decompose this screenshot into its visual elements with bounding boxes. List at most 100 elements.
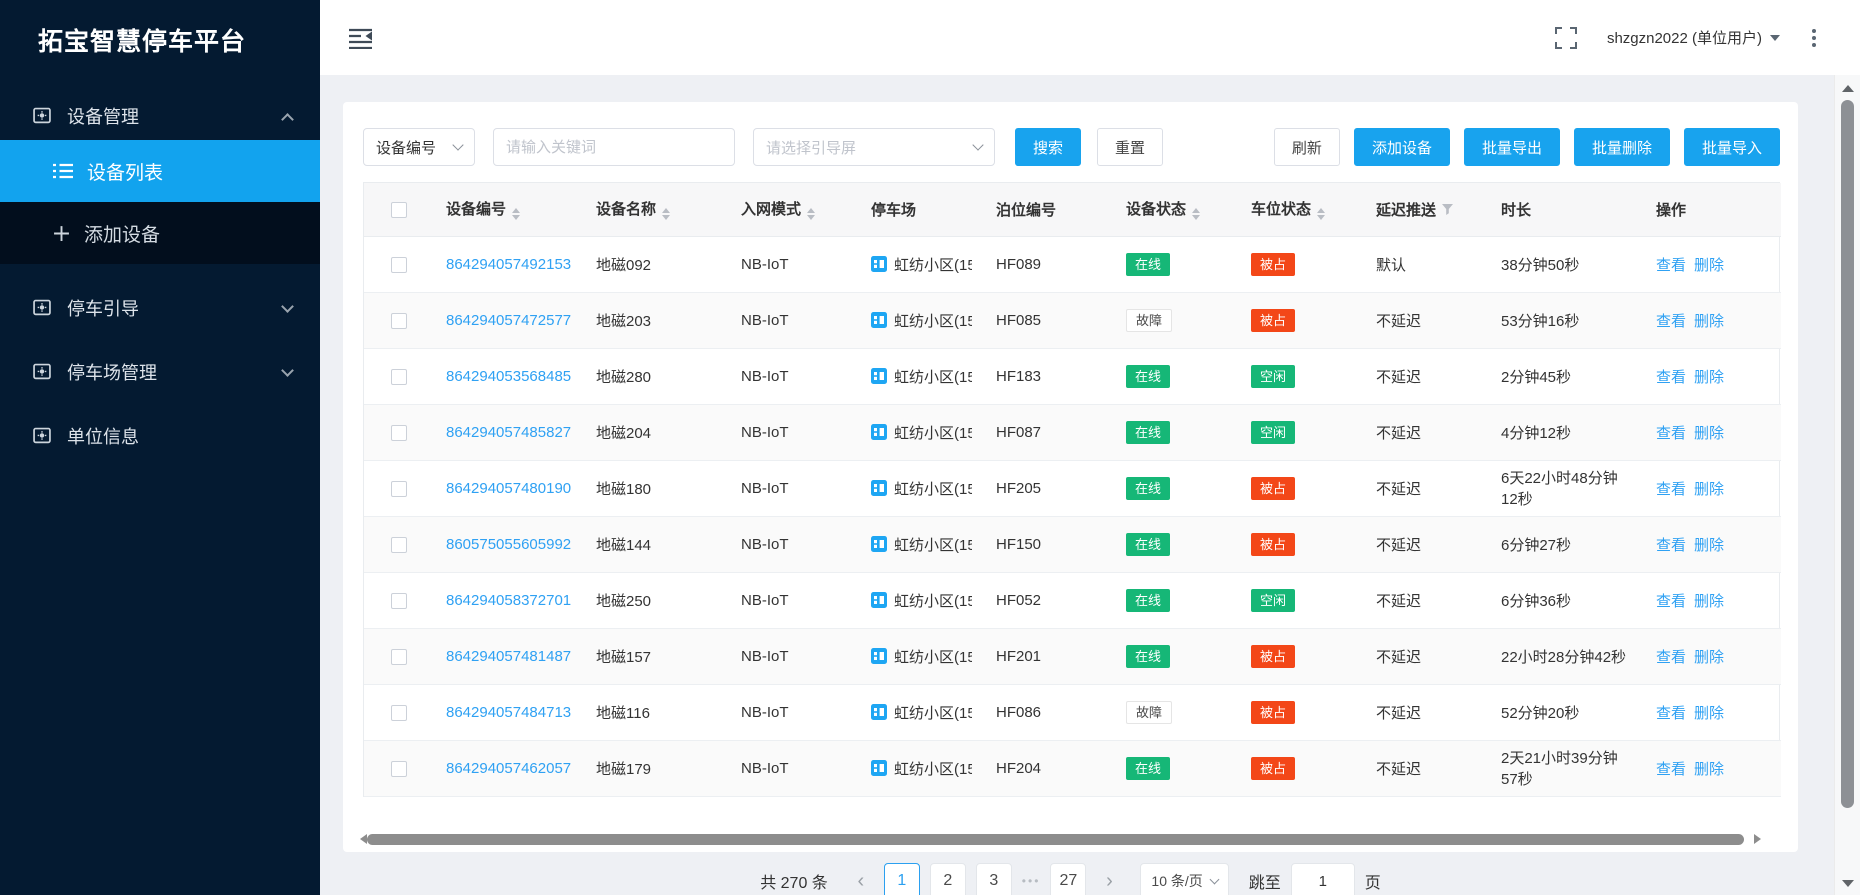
next-page-button[interactable]: › [1096, 863, 1122, 895]
vertical-scrollbar-thumb[interactable] [1841, 100, 1854, 808]
device-id-link[interactable]: 864294057484713 [446, 704, 571, 721]
reset-button[interactable]: 重置 [1097, 128, 1163, 166]
row-checkbox[interactable] [391, 425, 407, 441]
delete-link[interactable]: 删除 [1694, 313, 1724, 330]
row-checkbox[interactable] [391, 761, 407, 777]
batch-delete-button[interactable]: 批量删除 [1574, 128, 1670, 166]
sort-icon[interactable] [1317, 208, 1325, 220]
page-button-3[interactable]: 3 [976, 863, 1012, 895]
delete-link[interactable]: 删除 [1694, 761, 1724, 778]
total-count: 共 270 条 [760, 869, 828, 893]
device-id-link[interactable]: 864294057481487 [446, 648, 571, 665]
row-checkbox[interactable] [391, 649, 407, 665]
prev-page-button[interactable]: ‹ [848, 863, 874, 895]
delete-link[interactable]: 删除 [1694, 649, 1724, 666]
sidebar-item-device-list[interactable]: 设备列表 [0, 140, 320, 202]
duration-value: 2分钟45秒 [1489, 348, 1644, 404]
device-panel-icon [33, 363, 51, 381]
row-checkbox[interactable] [391, 369, 407, 385]
app-window: 拓宝智慧停车平台 设备管理 设备列表 添加设备 [0, 0, 1860, 895]
jump-page-input[interactable] [1291, 863, 1355, 895]
scroll-down-arrow-icon[interactable] [1842, 880, 1854, 887]
sort-icon[interactable] [512, 208, 520, 220]
column-header[interactable]: 入网模式 [729, 183, 859, 236]
guide-screen-placeholder: 请选择引导屏 [766, 137, 856, 158]
device-id-link[interactable]: 864294058372701 [446, 592, 571, 609]
view-link[interactable]: 查看 [1656, 369, 1686, 386]
guide-screen-select[interactable]: 请选择引导屏 [753, 128, 995, 166]
device-id-link[interactable]: 864294057472577 [446, 312, 571, 329]
page-button-27[interactable]: 27 [1050, 863, 1086, 895]
keyword-input[interactable] [493, 128, 735, 166]
user-menu[interactable]: shzgzn2022 (单位用户) [1607, 27, 1780, 48]
page-jump: 跳至 页 [1249, 863, 1381, 895]
table-header-row: 设备编号设备名称入网模式停车场泊位编号设备状态车位状态延迟推送时长操作 [364, 183, 1781, 236]
vertical-scrollbar[interactable] [1834, 75, 1860, 895]
kebab-menu-icon[interactable] [1808, 25, 1820, 51]
view-link[interactable]: 查看 [1656, 761, 1686, 778]
column-header[interactable]: 设备编号 [434, 183, 584, 236]
sort-icon[interactable] [662, 208, 670, 220]
view-link[interactable]: 查看 [1656, 537, 1686, 554]
page-button-2[interactable]: 2 [930, 863, 966, 895]
device-id-link[interactable]: 864294057485827 [446, 424, 571, 441]
batch-export-button[interactable]: 批量导出 [1464, 128, 1560, 166]
search-button[interactable]: 搜索 [1015, 128, 1081, 166]
column-header[interactable]: 设备名称 [584, 183, 729, 236]
sidebar-item-parking-lot-management[interactable]: 停车场管理 [0, 348, 320, 396]
page-size-select[interactable]: 10 条/页 [1140, 863, 1228, 895]
parking-screen-icon [871, 312, 887, 328]
horizontal-scrollbar[interactable] [361, 832, 1784, 847]
table-row: 864294057485827 地磁204 NB-IoT 虹纺小区(156 HF… [364, 404, 1781, 460]
scroll-up-arrow-icon[interactable] [1842, 85, 1854, 92]
view-link[interactable]: 查看 [1656, 705, 1686, 722]
network-mode: NB-IoT [729, 516, 859, 572]
delay-push-value: 不延迟 [1364, 684, 1489, 740]
view-link[interactable]: 查看 [1656, 593, 1686, 610]
row-checkbox[interactable] [391, 593, 407, 609]
collapse-menu-icon[interactable] [348, 27, 374, 49]
fullscreen-icon[interactable] [1555, 27, 1577, 49]
batch-import-button[interactable]: 批量导入 [1684, 128, 1780, 166]
view-link[interactable]: 查看 [1656, 313, 1686, 330]
row-checkbox[interactable] [391, 705, 407, 721]
page-button-1[interactable]: 1 [884, 863, 920, 895]
view-link[interactable]: 查看 [1656, 425, 1686, 442]
sort-icon[interactable] [807, 208, 815, 220]
add-device-button[interactable]: 添加设备 [1354, 128, 1450, 166]
sidebar-item-unit-info[interactable]: 单位信息 [0, 412, 320, 460]
scroll-right-arrow-icon[interactable] [1754, 834, 1766, 844]
device-id-link[interactable]: 864294057462057 [446, 760, 571, 777]
row-checkbox[interactable] [391, 481, 407, 497]
filter-icon[interactable] [1442, 204, 1453, 215]
row-checkbox[interactable] [391, 257, 407, 273]
device-id-link[interactable]: 864294057492153 [446, 256, 571, 273]
select-all-checkbox[interactable] [391, 202, 407, 218]
view-link[interactable]: 查看 [1656, 257, 1686, 274]
column-header[interactable]: 车位状态 [1239, 183, 1364, 236]
horizontal-scrollbar-thumb[interactable] [367, 834, 1744, 845]
device-id-link[interactable]: 860575055605992 [446, 536, 571, 553]
column-header[interactable]: 设备状态 [1114, 183, 1239, 236]
sidebar-item-parking-guidance[interactable]: 停车引导 [0, 284, 320, 332]
sidebar-item-add-device[interactable]: 添加设备 [0, 202, 320, 264]
delete-link[interactable]: 删除 [1694, 257, 1724, 274]
delete-link[interactable]: 删除 [1694, 369, 1724, 386]
row-checkbox[interactable] [391, 537, 407, 553]
row-checkbox[interactable] [391, 313, 407, 329]
device-id-link[interactable]: 864294053568485 [446, 368, 571, 385]
column-header[interactable]: 延迟推送 [1364, 183, 1489, 236]
sort-icon[interactable] [1192, 208, 1200, 220]
delete-link[interactable]: 删除 [1694, 425, 1724, 442]
delete-link[interactable]: 删除 [1694, 481, 1724, 498]
delete-link[interactable]: 删除 [1694, 705, 1724, 722]
search-field-select[interactable]: 设备编号 [363, 128, 475, 166]
device-id-link[interactable]: 864294057480190 [446, 480, 571, 497]
view-link[interactable]: 查看 [1656, 649, 1686, 666]
scroll-left-arrow-icon[interactable] [355, 834, 367, 844]
delete-link[interactable]: 删除 [1694, 593, 1724, 610]
view-link[interactable]: 查看 [1656, 481, 1686, 498]
refresh-button[interactable]: 刷新 [1274, 128, 1340, 166]
delete-link[interactable]: 删除 [1694, 537, 1724, 554]
sidebar-item-device-management[interactable]: 设备管理 [0, 92, 320, 140]
